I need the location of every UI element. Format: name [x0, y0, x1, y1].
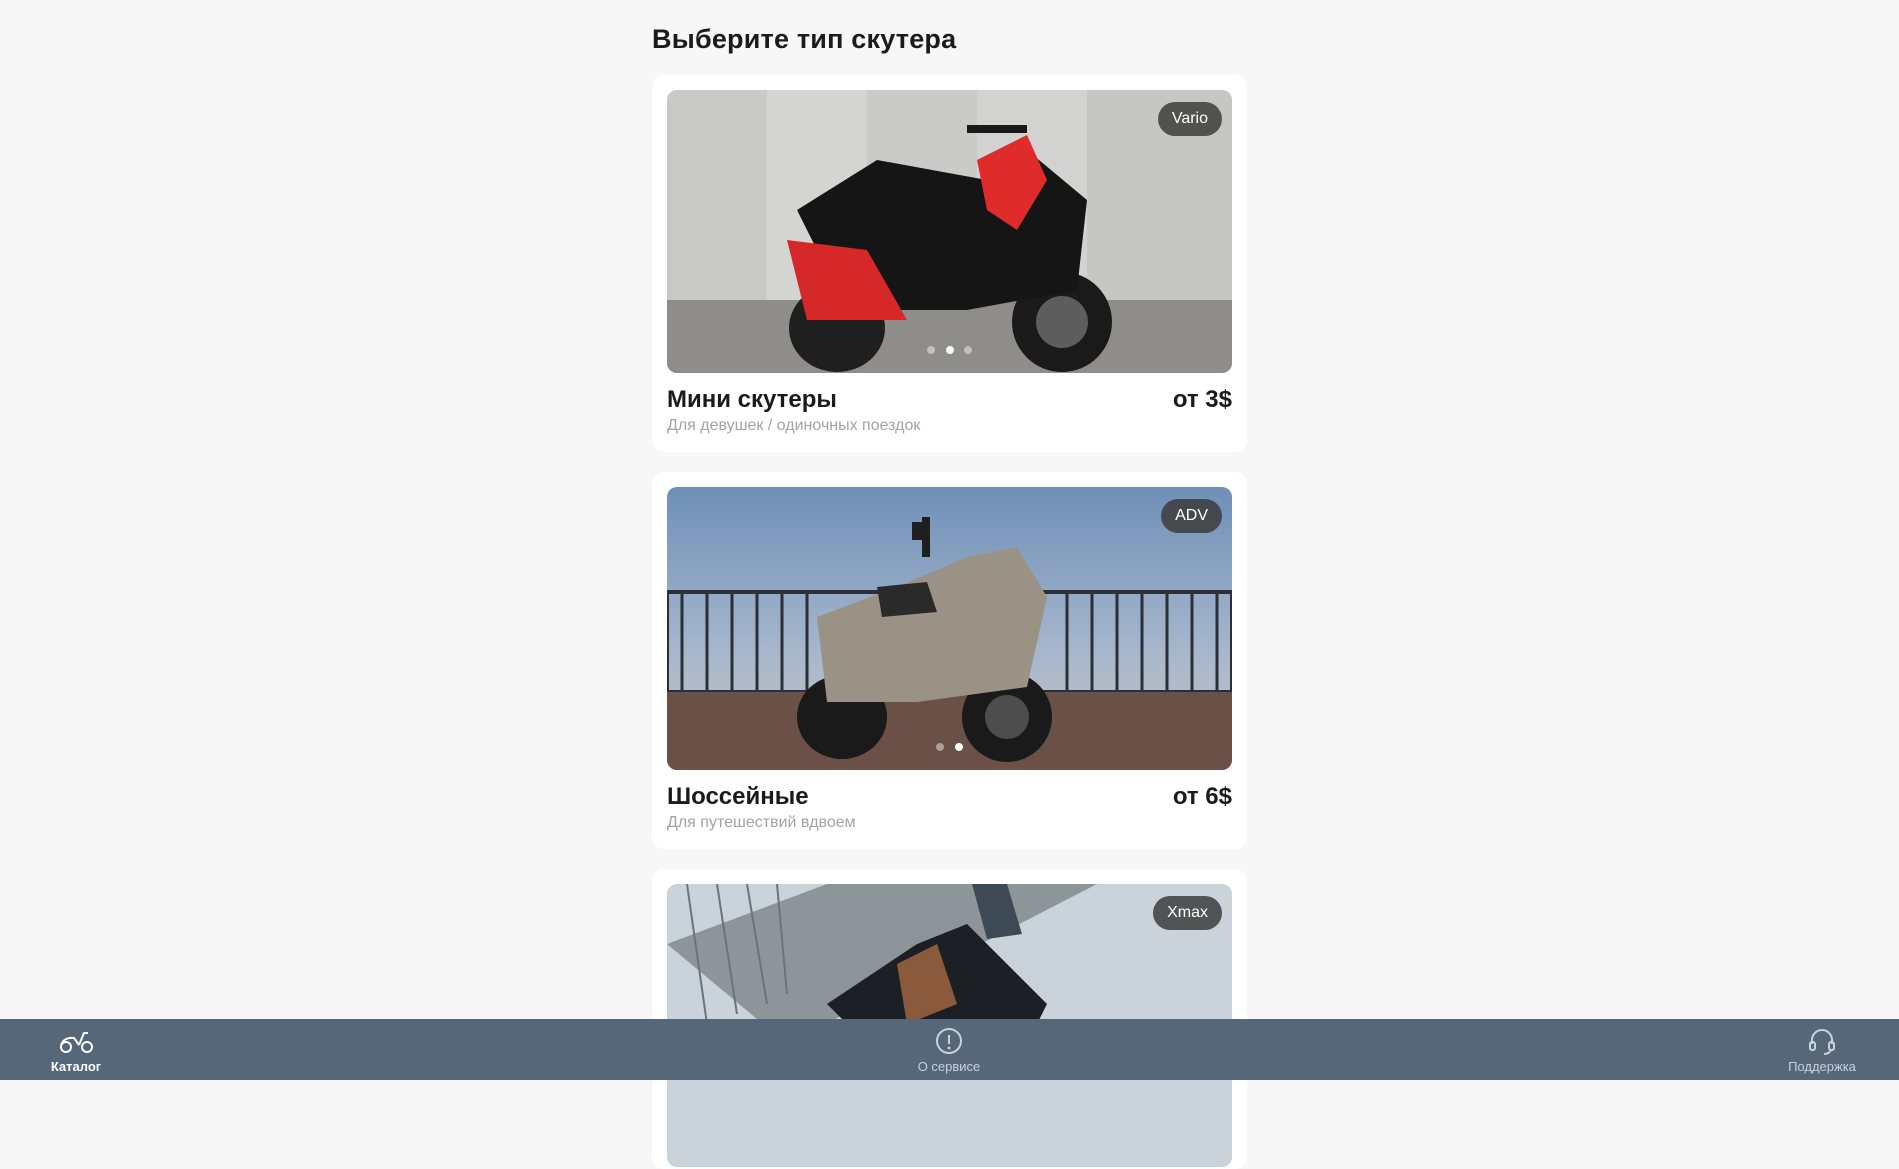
- nav-label: Каталог: [50, 1059, 102, 1074]
- nav-label: Поддержка: [1788, 1059, 1856, 1074]
- nav-label: О сервисе: [917, 1059, 981, 1074]
- carousel-dot[interactable]: [963, 346, 972, 354]
- scooter-photo-carousel[interactable]: ADV: [667, 487, 1232, 770]
- scooter-type-description: Для девушек / одиночных поездок: [667, 417, 921, 434]
- scooter-price: от 3$: [1172, 386, 1232, 413]
- carousel-dot-active[interactable]: [954, 743, 963, 751]
- scooter-model-badge: Xmax: [1153, 896, 1222, 930]
- scooter-icon: [16, 1027, 136, 1055]
- carousel-dot[interactable]: [927, 346, 936, 354]
- nav-tab-about[interactable]: О сервисе: [889, 1027, 1009, 1074]
- headset-icon: [1762, 1027, 1882, 1055]
- carousel-dot[interactable]: [936, 743, 945, 751]
- carousel-dots: [667, 341, 1232, 359]
- scooter-type-description: Для путешествий вдвоем: [667, 814, 856, 831]
- scooter-price: от 6$: [1172, 783, 1232, 810]
- page-title: Выберите тип скутера: [652, 24, 957, 54]
- scooter-model-badge: Vario: [1157, 102, 1222, 136]
- scooter-type-name: Мини скутеры: [667, 386, 837, 413]
- info-icon: [889, 1027, 1009, 1055]
- carousel-dots: [667, 738, 1232, 756]
- scooter-model-badge: ADV: [1161, 499, 1222, 533]
- carousel-dot-active[interactable]: [945, 346, 954, 354]
- scooter-type-name: Шоссейные: [667, 783, 809, 810]
- scooter-photo-adv: [667, 487, 1232, 770]
- scooter-photo-vario: [667, 90, 1232, 373]
- bottom-navbar: Каталог О сервисе Поддержка: [0, 1019, 1899, 1080]
- nav-tab-support[interactable]: Поддержка: [1762, 1027, 1882, 1074]
- scooter-card-adv[interactable]: ADV Шоссейные от 6$ Для путешествий вдво…: [652, 472, 1247, 849]
- scooter-photo-carousel[interactable]: Vario: [667, 90, 1232, 373]
- scooter-card-vario[interactable]: Vario Мини скутеры от 3$ Для девушек / о…: [652, 75, 1247, 452]
- nav-tab-catalog[interactable]: Каталог: [16, 1027, 136, 1074]
